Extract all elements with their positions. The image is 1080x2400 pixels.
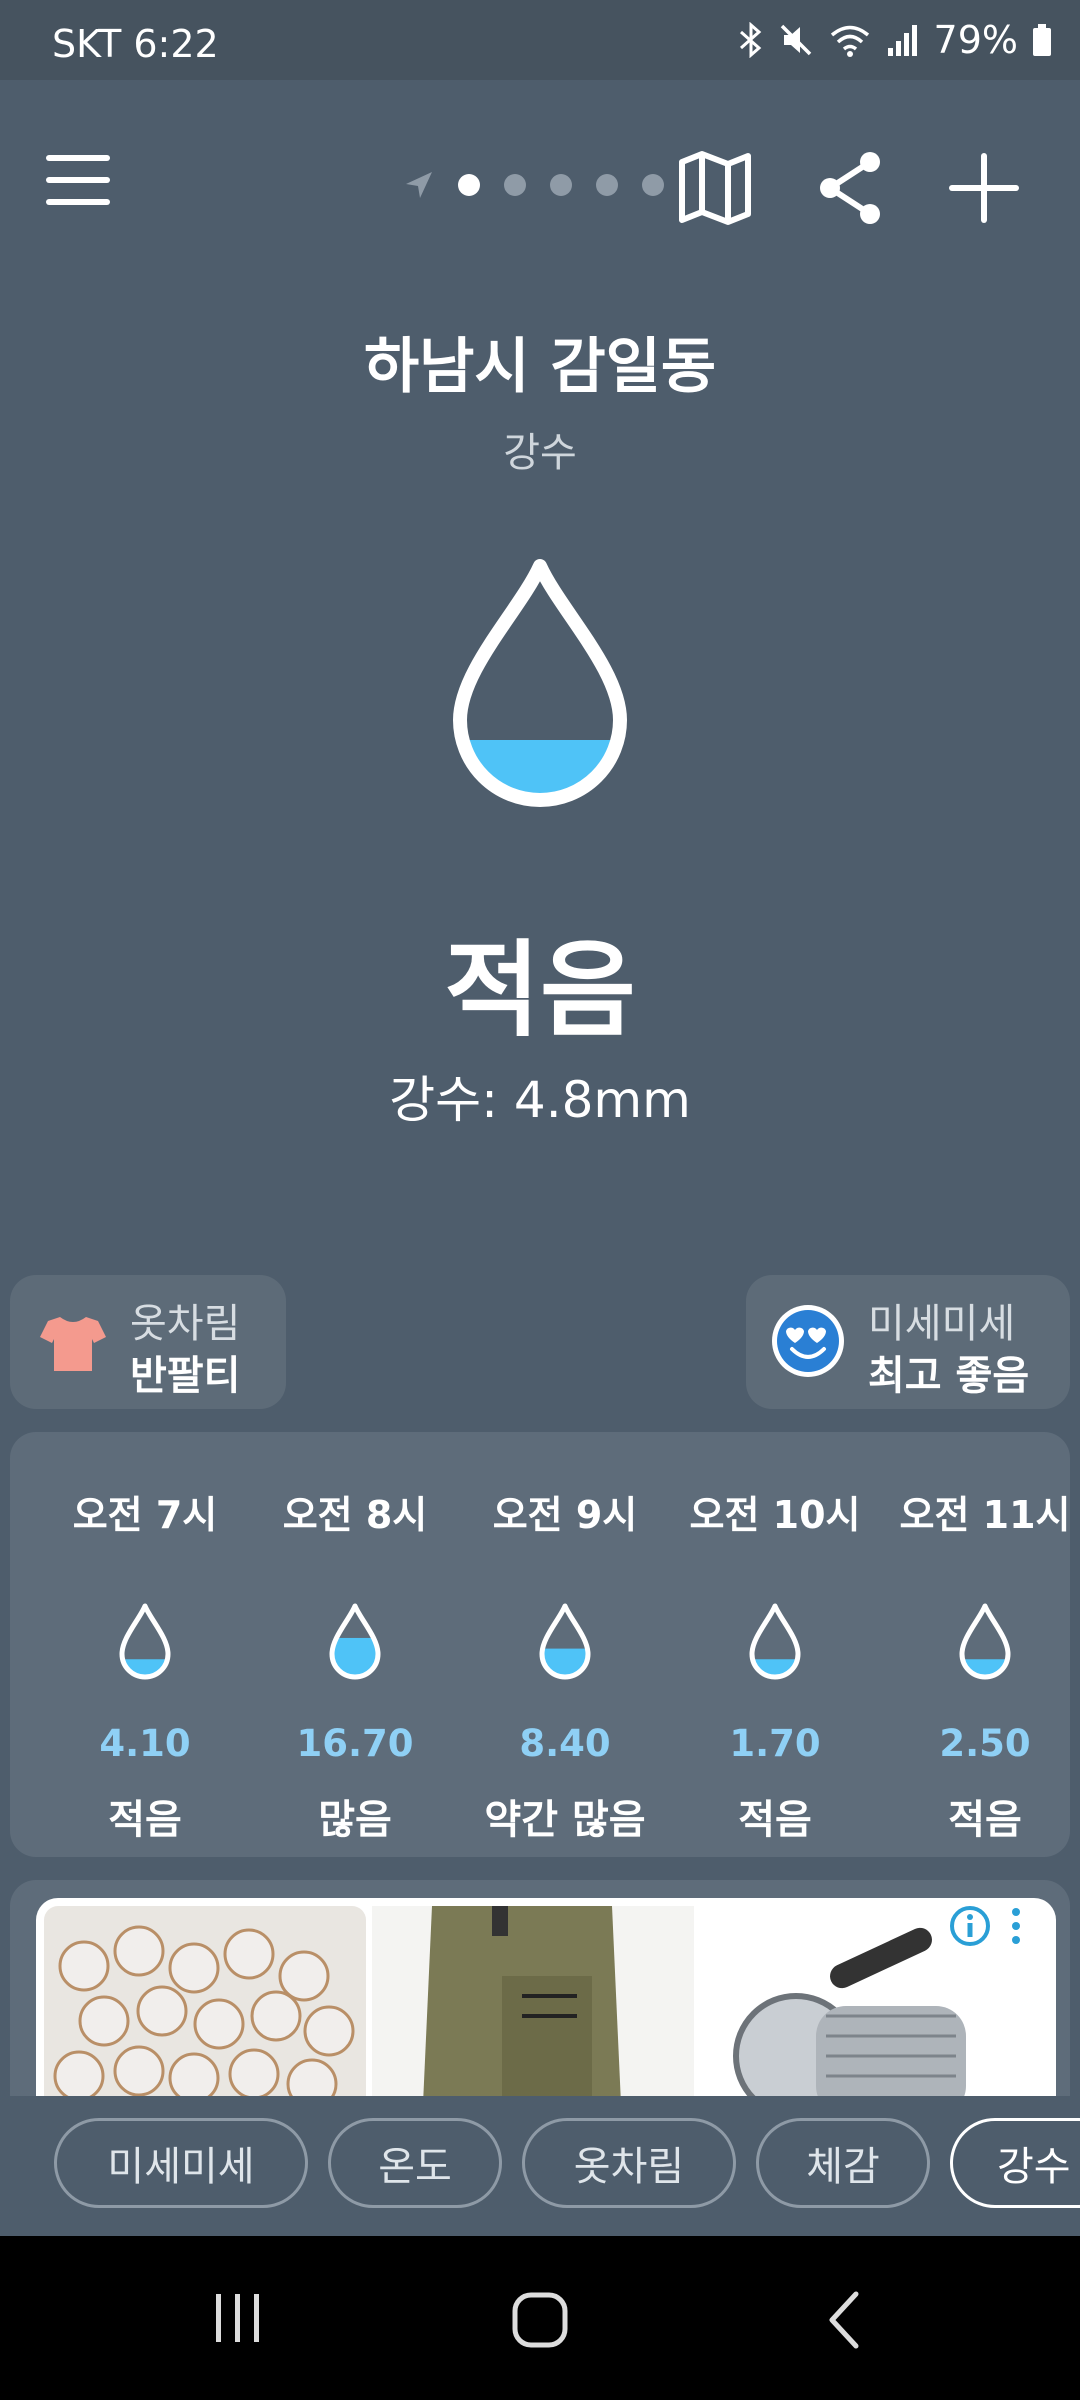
cargo-pants-image[interactable] [372, 1906, 694, 2100]
hour-item[interactable]: 오전 9시 8.40 약간 많음 [460, 1432, 670, 1857]
hour-amount: 16.70 [296, 1722, 414, 1765]
map-button[interactable] [676, 148, 756, 228]
water-drop-icon [329, 1603, 381, 1680]
status-time: SKT 6:22 [52, 22, 219, 66]
menu-icon-bar [46, 177, 110, 183]
hour-item[interactable]: 오전 8시 16.70 많음 [250, 1432, 460, 1857]
add-icon [949, 153, 1019, 223]
clothing-value: 반팔티 [130, 1353, 241, 1399]
battery-percentage: 79% [933, 18, 1018, 62]
back-icon[interactable] [824, 2290, 864, 2350]
fine-dust-value: 최고 좋음 [868, 1353, 1030, 1399]
status-bar: SKT 6:22 79% [0, 0, 1080, 80]
home-icon[interactable] [510, 2290, 570, 2350]
smiley-icon [772, 1305, 844, 1377]
wifi-icon [830, 25, 869, 57]
tab-fine-dust[interactable]: 미세미세 [54, 2118, 308, 2208]
mute-icon [780, 24, 811, 56]
precipitation-level: 적음 [444, 929, 636, 1051]
hour-item[interactable]: 오전 11시 2.50 적음 [880, 1432, 1080, 1857]
water-drop-icon [119, 1603, 171, 1680]
location-title: 하남시 감일동 [363, 332, 717, 402]
ad-banner[interactable] [10, 1880, 1070, 2100]
hourly-forecast[interactable]: 오전 7시 4.10 적음 오전 8시 16.70 많음 오전 9시 8.40 … [10, 1432, 1071, 1857]
menu-button[interactable] [40, 145, 120, 215]
water-drop-icon [959, 1603, 1011, 1680]
hour-level: 적음 [108, 1797, 182, 1843]
bluetooth-icon [739, 22, 761, 58]
hour-time: 오전 8시 [282, 1493, 428, 1537]
hour-level: 적음 [738, 1797, 812, 1843]
more-icon[interactable] [1004, 1904, 1028, 1948]
page-dot-1[interactable] [458, 174, 480, 196]
clothing-chip[interactable]: 옷차림 반팔티 [10, 1275, 286, 1409]
add-button[interactable] [944, 148, 1024, 228]
hour-amount: 2.50 [939, 1722, 1031, 1765]
beads-image[interactable] [44, 1906, 366, 2100]
tab-clothing[interactable]: 옷차림 [522, 2118, 736, 2208]
page-dot-4[interactable] [596, 174, 618, 196]
system-navigation-bar [0, 2236, 1080, 2400]
hour-amount: 1.70 [729, 1722, 821, 1765]
share-icon [820, 152, 880, 224]
fine-dust-chip[interactable]: 미세미세 최고 좋음 [746, 1275, 1070, 1409]
fine-dust-label: 미세미세 [868, 1301, 1016, 1347]
share-button[interactable] [810, 148, 890, 228]
battery-icon [1033, 24, 1051, 56]
category-tab-bar[interactable]: 미세미세 온도 옷차림 체감 강수 [0, 2096, 1080, 2236]
menu-icon-bar [46, 199, 110, 205]
hour-time: 오전 9시 [492, 1493, 638, 1537]
hour-time: 오전 10시 [689, 1493, 861, 1537]
water-drop-icon [539, 1603, 591, 1680]
hour-item[interactable]: 오전 7시 4.10 적음 [40, 1432, 250, 1857]
hour-amount: 4.10 [99, 1722, 191, 1765]
water-drop-icon [453, 559, 627, 807]
hour-level: 적음 [948, 1797, 1022, 1843]
tab-precipitation[interactable]: 강수 [950, 2118, 1080, 2208]
tab-temperature[interactable]: 온도 [328, 2118, 502, 2208]
ad-content[interactable] [36, 1898, 1056, 2100]
hour-time: 오전 7시 [72, 1493, 218, 1537]
page-dot-2[interactable] [504, 174, 526, 196]
category-subtitle: 강수 [503, 430, 577, 476]
water-drop-icon [749, 1603, 801, 1680]
hour-amount: 8.40 [519, 1722, 611, 1765]
status-icons: 79% [738, 18, 1052, 62]
precipitation-amount: 강수: 4.8mm [389, 1071, 691, 1129]
page-dot-5[interactable] [642, 174, 664, 196]
clothing-label: 옷차림 [130, 1301, 241, 1347]
location-arrow-icon [406, 172, 432, 198]
signal-icon [887, 25, 917, 56]
page-dot-3[interactable] [550, 174, 572, 196]
page-indicator[interactable] [404, 170, 664, 200]
recent-apps-icon[interactable] [210, 2290, 266, 2346]
menu-icon [46, 155, 110, 161]
hour-item[interactable]: 오전 10시 1.70 적음 [670, 1432, 880, 1857]
hour-level: 약간 많음 [484, 1797, 646, 1843]
tab-feels-like[interactable]: 체감 [756, 2118, 930, 2208]
map-icon [679, 151, 751, 225]
tshirt-icon [40, 1317, 106, 1371]
hour-time: 오전 11시 [899, 1493, 1071, 1537]
info-icon[interactable] [948, 1904, 992, 1948]
hour-level: 많음 [318, 1797, 392, 1843]
